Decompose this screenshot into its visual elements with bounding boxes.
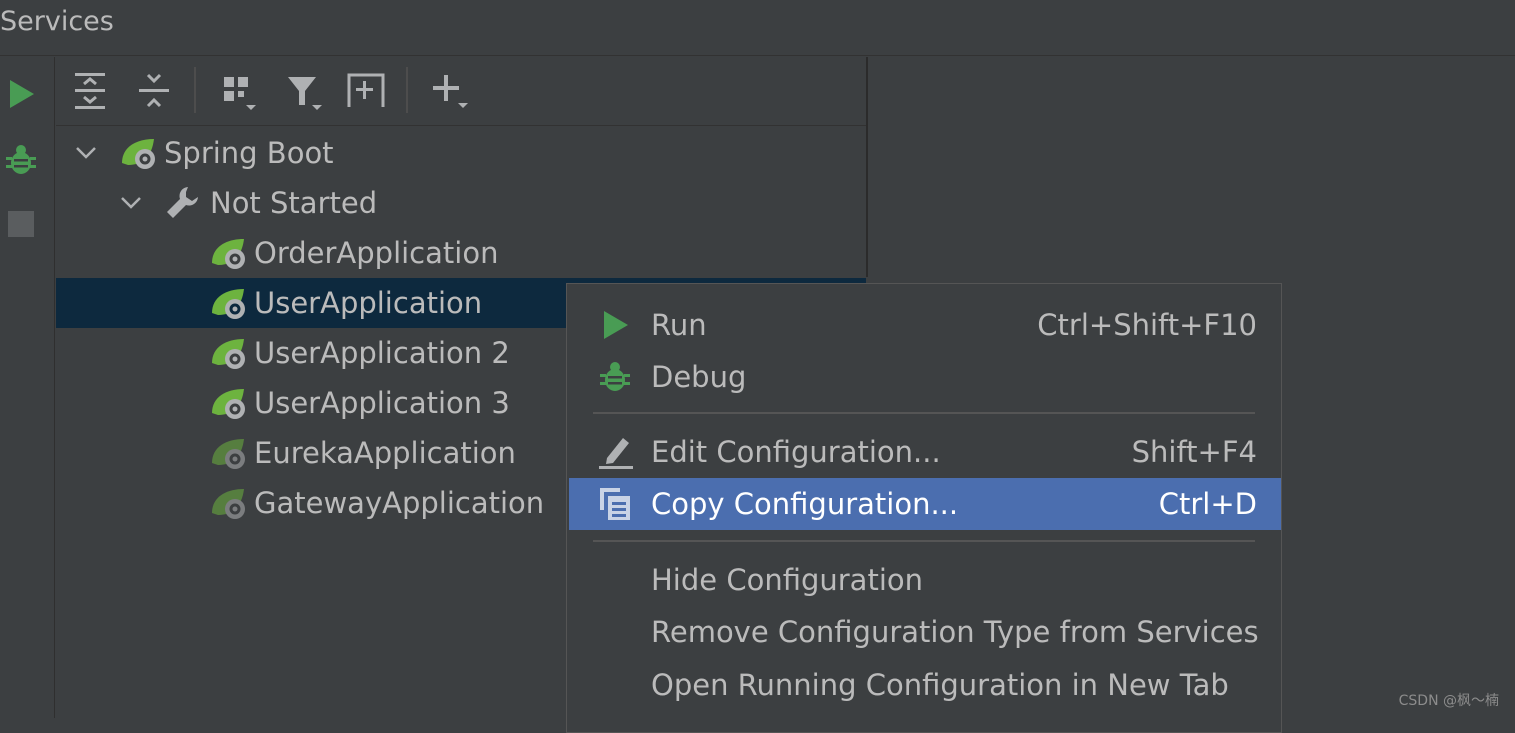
tree-node-label: UserApplication 2 — [254, 336, 510, 370]
filter-button[interactable] — [282, 69, 326, 113]
collapse-all-button[interactable] — [132, 69, 176, 113]
tree-node-label: OrderApplication — [254, 236, 499, 270]
menu-item-shortcut: Ctrl+D — [1158, 487, 1257, 521]
menu-item-hide-configuration[interactable]: Hide Configuration — [569, 554, 1281, 606]
spring-boot-icon — [208, 483, 248, 523]
filter-icon — [288, 77, 322, 110]
tree-node-service[interactable]: OrderApplication — [56, 228, 866, 278]
tree-node-label: Spring Boot — [164, 136, 334, 170]
spring-boot-icon — [208, 283, 248, 323]
edit-icon — [595, 432, 635, 472]
spring-boot-icon — [208, 383, 248, 423]
watermark: CSDN @枫～楠 — [1398, 693, 1499, 709]
run-icon — [595, 305, 635, 345]
tool-window-title: Services — [0, 6, 114, 37]
tree-node-label: EurekaApplication — [254, 436, 516, 470]
panel-divider — [866, 57, 868, 277]
copy-icon — [595, 484, 635, 524]
run-icon — [10, 80, 34, 108]
stop-icon — [8, 211, 34, 237]
menu-item-debug[interactable]: Debug — [569, 351, 1281, 403]
tree-node-spring-boot[interactable]: Spring Boot — [56, 128, 866, 178]
add-service-button[interactable] — [428, 69, 472, 113]
tree-node-label: GatewayApplication — [254, 486, 545, 520]
chevron-down-icon[interactable] — [71, 138, 101, 168]
services-toolbar — [56, 57, 866, 126]
toolbar-separator — [406, 67, 408, 113]
run-button[interactable] — [4, 77, 38, 111]
spring-boot-icon — [208, 233, 248, 273]
group-by-button[interactable] — [216, 69, 260, 113]
toolbar-separator — [194, 67, 196, 113]
menu-item-run[interactable]: Run Ctrl+Shift+F10 — [569, 299, 1281, 351]
debug-icon — [595, 357, 635, 397]
new-service-icon — [347, 73, 385, 107]
menu-item-label: Copy Configuration... — [651, 487, 959, 521]
menu-item-edit-configuration[interactable]: Edit Configuration... Shift+F4 — [569, 426, 1281, 478]
tool-window-header: Services — [0, 0, 1515, 56]
group-by-icon — [224, 77, 256, 110]
menu-item-label: Edit Configuration... — [651, 435, 941, 469]
menu-item-remove-configuration-type[interactable]: Remove Configuration Type from Services — [569, 606, 1281, 658]
add-icon — [433, 75, 468, 108]
menu-item-shortcut: Shift+F4 — [1131, 435, 1257, 469]
menu-separator — [593, 540, 1255, 542]
debug-icon — [6, 145, 36, 174]
expand-all-icon — [75, 73, 105, 109]
spring-boot-icon — [208, 433, 248, 473]
menu-item-label: Remove Configuration Type from Services — [651, 615, 1259, 649]
tree-node-label: UserApplication — [254, 286, 483, 320]
new-service-button[interactable] — [344, 69, 388, 113]
menu-separator — [593, 412, 1255, 414]
spring-boot-icon — [118, 133, 158, 173]
tree-node-label: UserApplication 3 — [254, 386, 510, 420]
side-action-strip — [0, 57, 55, 718]
context-menu: Run Ctrl+Shift+F10 Debug Edit Configurat… — [566, 283, 1282, 733]
menu-item-open-running-configuration[interactable]: Open Running Configuration in New Tab — [569, 659, 1281, 711]
menu-item-label: Run — [651, 308, 707, 342]
tree-node-label: Not Started — [210, 186, 378, 220]
stop-button[interactable] — [4, 207, 38, 241]
menu-item-shortcut: Ctrl+Shift+F10 — [1037, 308, 1257, 342]
menu-item-label: Debug — [651, 360, 747, 394]
menu-item-label: Hide Configuration — [651, 563, 924, 597]
spring-boot-icon — [208, 333, 248, 373]
collapse-all-icon — [139, 73, 169, 108]
tree-node-not-started[interactable]: Not Started — [56, 178, 866, 228]
debug-button[interactable] — [4, 143, 38, 177]
expand-all-button[interactable] — [68, 69, 112, 113]
menu-item-label: Open Running Configuration in New Tab — [651, 668, 1229, 702]
menu-item-copy-configuration[interactable]: Copy Configuration... Ctrl+D — [569, 478, 1281, 530]
wrench-icon — [162, 183, 202, 223]
chevron-down-icon[interactable] — [116, 188, 146, 218]
